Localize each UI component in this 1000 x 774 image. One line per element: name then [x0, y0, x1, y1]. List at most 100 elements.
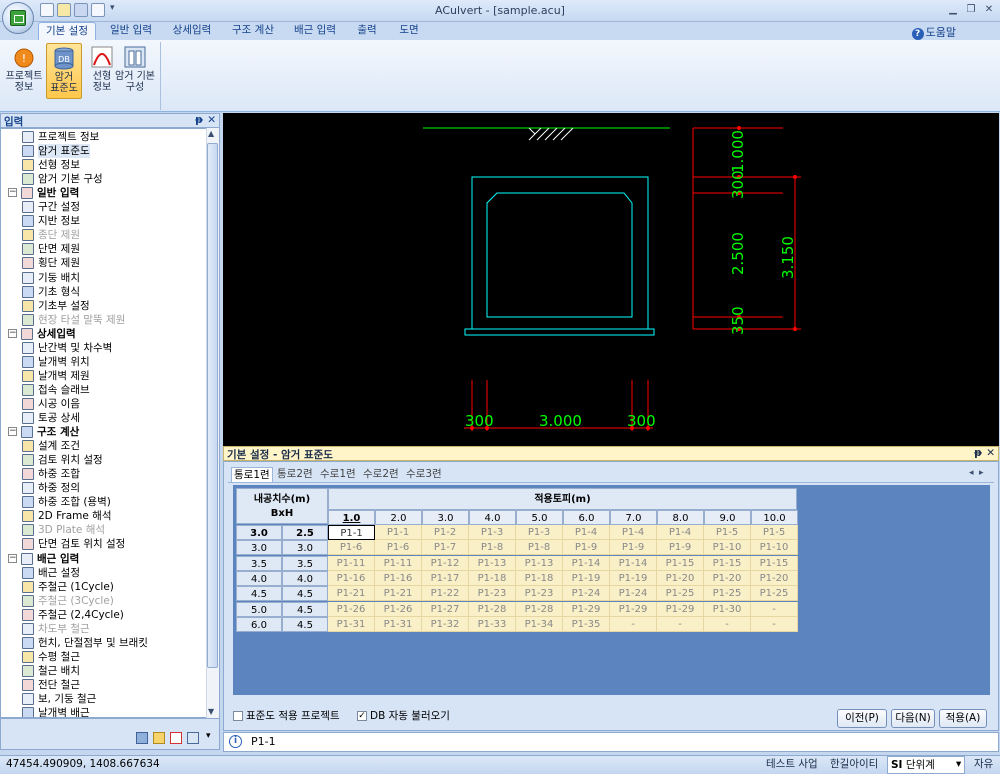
scroll-down-icon[interactable]: ▼ — [208, 707, 214, 716]
row-width-cell[interactable]: 4.0 — [236, 570, 282, 586]
table-cell[interactable]: P1-3 — [516, 525, 563, 540]
table-cell[interactable]: P1-13 — [469, 555, 516, 571]
column-header[interactable]: 4.0 — [469, 510, 516, 525]
table-cell[interactable]: P1-20 — [751, 570, 798, 586]
table-cell[interactable]: P1-4 — [610, 525, 657, 540]
minimize-icon[interactable]: ▁ — [946, 3, 960, 17]
tab-passage-2[interactable]: 통로2련 — [277, 467, 313, 482]
table-cell[interactable]: P1-1 — [375, 525, 422, 540]
unit-system-select[interactable]: SI 단위계 — [887, 756, 965, 774]
apply-standard-checkbox-box[interactable] — [233, 711, 243, 721]
tab-channel-1[interactable]: 수로1련 — [320, 467, 356, 482]
collapse-icon[interactable]: − — [8, 427, 17, 437]
tab-channel-2[interactable]: 수로2련 — [363, 467, 399, 482]
column-header[interactable]: 7.0 — [610, 510, 657, 525]
apply-standard-checkbox[interactable]: 표준도 적용 프로젝트 — [233, 710, 340, 722]
table-cell[interactable]: P1-19 — [563, 570, 610, 586]
project-info-button[interactable]: ! 프로젝트 정보 — [4, 43, 44, 99]
table-cell[interactable]: P1-4 — [563, 525, 610, 540]
row-width-cell[interactable]: 3.0 — [236, 525, 282, 540]
scroll-up-icon[interactable]: ▲ — [208, 129, 214, 138]
table-cell[interactable]: P1-14 — [563, 555, 610, 571]
footer-tool-icon-3[interactable] — [170, 732, 182, 744]
row-height-cell[interactable]: 4.5 — [282, 601, 328, 617]
collapse-icon[interactable]: − — [8, 188, 17, 198]
application-menu-button[interactable] — [2, 2, 34, 34]
footer-tool-icon-1[interactable] — [136, 732, 148, 744]
column-header[interactable]: 6.0 — [563, 510, 610, 525]
table-cell[interactable]: P1-16 — [328, 570, 375, 586]
column-header[interactable]: 9.0 — [704, 510, 751, 525]
column-header[interactable]: 5.0 — [516, 510, 563, 525]
table-cell[interactable]: P1-29 — [610, 601, 657, 617]
bottom-close-icon[interactable]: ✕ — [986, 447, 995, 459]
pin-icon[interactable]: ᵽ — [195, 114, 203, 126]
row-height-cell[interactable]: 3.0 — [282, 540, 328, 556]
table-cell[interactable]: P1-23 — [469, 586, 516, 602]
tab-detail-input[interactable]: 상세입력 — [166, 22, 218, 40]
table-cell[interactable]: P1-14 — [610, 555, 657, 571]
row-height-cell[interactable]: 3.5 — [282, 555, 328, 571]
tab-channel-3[interactable]: 수로3련 — [406, 467, 442, 482]
table-cell[interactable]: P1-25 — [751, 586, 798, 602]
table-cell[interactable]: P1-24 — [610, 586, 657, 602]
table-cell[interactable]: P1-15 — [657, 555, 704, 571]
column-header[interactable]: 3.0 — [422, 510, 469, 525]
restore-icon[interactable]: ❐ — [964, 3, 978, 17]
table-cell[interactable]: P1-6 — [328, 540, 375, 556]
row-width-cell[interactable]: 4.5 — [236, 586, 282, 602]
table-cell[interactable]: P1-11 — [375, 555, 422, 571]
collapse-icon[interactable]: − — [8, 553, 17, 563]
table-cell[interactable]: P1-12 — [422, 555, 469, 571]
prev-button[interactable]: 이전(P) — [837, 709, 887, 728]
tab-scroll-right-icon[interactable]: ▸ — [979, 468, 984, 478]
table-cell[interactable]: P1-15 — [704, 555, 751, 571]
close-icon[interactable]: ✕ — [982, 3, 996, 17]
table-cell[interactable]: P1-27 — [422, 601, 469, 617]
table-cell[interactable]: P1-18 — [516, 570, 563, 586]
table-cell[interactable]: - — [704, 616, 751, 632]
apply-button[interactable]: 적용(A) — [939, 709, 987, 728]
table-cell[interactable]: - — [657, 616, 704, 632]
column-header[interactable]: 1.0 — [328, 510, 375, 525]
table-cell[interactable]: P1-9 — [563, 540, 610, 556]
table-cell[interactable]: P1-17 — [422, 570, 469, 586]
culvert-standard-button[interactable]: DB 암거 표준도 — [46, 43, 82, 99]
table-cell[interactable]: P1-33 — [469, 616, 516, 632]
column-header[interactable]: 10.0 — [751, 510, 798, 525]
table-cell[interactable]: P1-9 — [610, 540, 657, 556]
table-cell[interactable]: P1-7 — [422, 540, 469, 556]
table-cell[interactable]: P1-20 — [704, 570, 751, 586]
table-cell[interactable]: P1-23 — [516, 586, 563, 602]
table-cell[interactable]: P1-21 — [375, 586, 422, 602]
tab-drawing[interactable]: 도면 — [392, 22, 426, 40]
row-height-cell[interactable]: 4.5 — [282, 586, 328, 602]
table-cell[interactable]: P1-34 — [516, 616, 563, 632]
row-height-cell[interactable]: 2.5 — [282, 525, 328, 540]
tree-scrollbar-thumb[interactable] — [207, 143, 218, 668]
next-button[interactable]: 다음(N) — [891, 709, 935, 728]
culvert-config-button[interactable]: 암거 기본 구성 — [112, 43, 158, 99]
tab-output[interactable]: 출력 — [350, 22, 384, 40]
tab-scroll-left-icon[interactable]: ◂ — [969, 468, 974, 478]
help-button[interactable]: ? 도움말 — [911, 24, 956, 40]
table-cell[interactable]: P1-21 — [328, 586, 375, 602]
row-height-cell[interactable]: 4.0 — [282, 570, 328, 586]
bottom-pin-icon[interactable]: ᵽ — [974, 447, 982, 459]
table-cell[interactable]: P1-1 — [328, 525, 375, 540]
table-cell[interactable]: P1-8 — [469, 540, 516, 556]
footer-tool-icon-4[interactable] — [187, 732, 199, 744]
table-cell[interactable]: P1-3 — [469, 525, 516, 540]
table-cell[interactable]: P1-31 — [375, 616, 422, 632]
column-header[interactable]: 2.0 — [375, 510, 422, 525]
row-width-cell[interactable]: 6.0 — [236, 616, 282, 632]
panel-close-icon[interactable]: ✕ — [207, 114, 216, 126]
table-cell[interactable]: P1-25 — [704, 586, 751, 602]
drawing-canvas[interactable]: 1.000 300 2.500 3.150 350 300 3.000 300 — [223, 113, 999, 446]
table-cell[interactable]: P1-29 — [657, 601, 704, 617]
tab-rebar-input[interactable]: 배근 입력 — [288, 22, 342, 40]
table-cell[interactable]: P1-31 — [328, 616, 375, 632]
tab-passage-1[interactable]: 통로1련 — [231, 467, 273, 482]
table-cell[interactable]: P1-20 — [657, 570, 704, 586]
table-cell[interactable]: P1-32 — [422, 616, 469, 632]
